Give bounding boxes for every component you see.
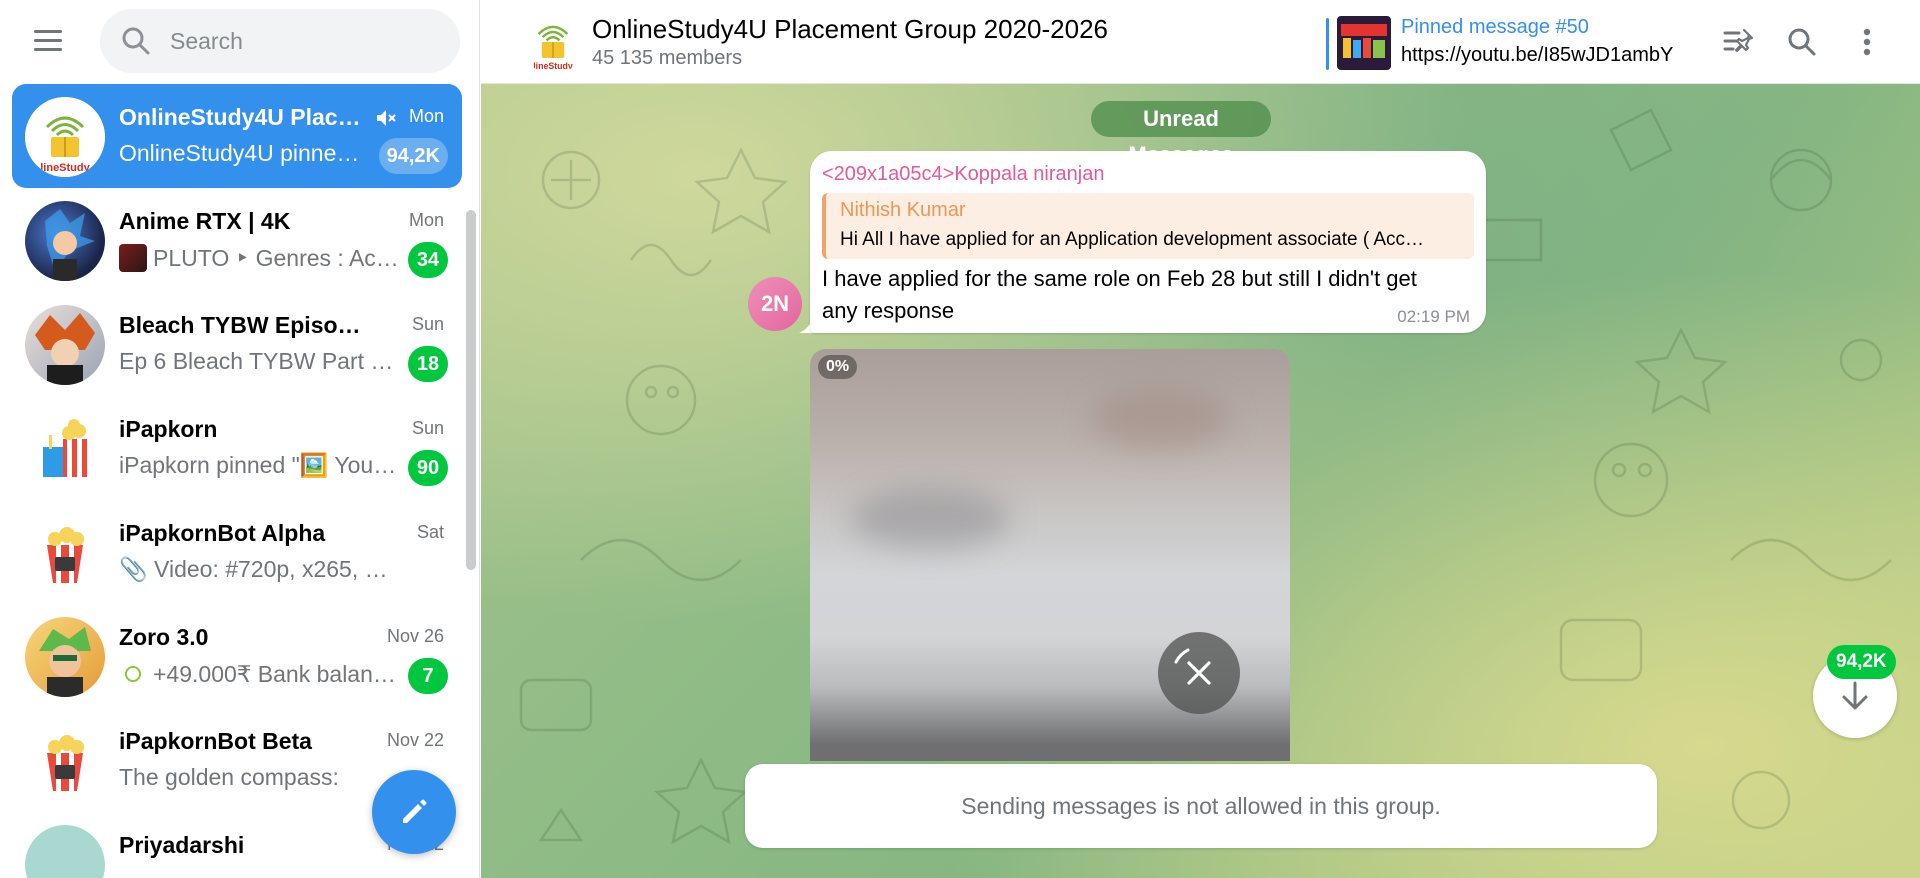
unread-count-badge: 94,2K <box>1827 645 1896 679</box>
unread-badge: 7 <box>408 658 448 694</box>
muted-icon <box>377 110 396 126</box>
pinned-list-icon <box>1723 28 1754 53</box>
svg-text:lineStudy: lineStudy <box>40 162 90 174</box>
chat-title: iPapkornBot Beta <box>119 728 312 754</box>
chat-preview-text: PLUTO ‣ Genres : Act… <box>153 245 399 271</box>
chat-item-onlinestudy4u[interactable]: lineStudy OnlineStudy4U Place… Mon Onlin… <box>12 84 462 188</box>
compose-icon <box>403 799 427 823</box>
chat-panel: lineStudy OnlineStudy4U Placement Group … <box>481 0 1920 878</box>
cancel-download-button[interactable] <box>1158 632 1240 714</box>
media-blur-shape <box>1090 389 1230 449</box>
search-chat-button[interactable] <box>1782 22 1822 62</box>
pinned-indicator <box>1326 18 1329 70</box>
chat-preview: Ep 6 Bleach TYBW Part … <box>119 348 394 374</box>
chat-header[interactable]: lineStudy OnlineStudy4U Placement Group … <box>481 0 1920 84</box>
arrow-down-icon <box>1842 681 1868 710</box>
chat-title: Bleach TYBW Episode 10 <box>119 312 369 338</box>
unread-separator: Unread Messages <box>1091 101 1271 167</box>
chat-preview: iPapkorn pinned "🖼️ You… <box>119 452 397 478</box>
svg-text:lineStudy: lineStudy <box>533 61 573 71</box>
chat-preview-text: +49.000₹ Bank balan… <box>153 661 396 687</box>
search-box[interactable] <box>100 9 460 73</box>
sidebar-header <box>0 0 479 84</box>
chat-time: Nov 22 <box>386 730 444 750</box>
search-input[interactable] <box>170 9 440 73</box>
progress-ring <box>1174 648 1190 664</box>
chat-item-ipapkornbot-alpha[interactable]: iPapkornBot Alpha Sat 📎 Video: #720p, x2… <box>12 500 462 604</box>
chat-time: Mon <box>408 106 444 126</box>
chat-preview: +49.000₹ Bank balan… <box>119 660 399 688</box>
chat-title: OnlineStudy4U Place… <box>119 104 369 130</box>
message-time: 02:19 PM <box>1397 307 1470 326</box>
chat-time: Mon <box>408 210 444 230</box>
chat-item-bleach[interactable]: Bleach TYBW Episode 10 Sun Ep 6 Bleach T… <box>12 292 462 396</box>
chat-list: lineStudy OnlineStudy4U Place… Mon Onlin… <box>0 84 470 878</box>
avatar: lineStudy <box>25 97 105 177</box>
avatar <box>25 721 105 801</box>
unread-badge: 90 <box>408 450 448 486</box>
chat-item-anime-rtx[interactable]: Anime RTX | 4K Mon PLUTO ‣ Genres : Act…… <box>12 188 462 292</box>
chat-title: iPapkornBot Alpha <box>119 520 326 546</box>
chat-preview: 📎 Video: #720p, x265, 10bit … <box>119 556 399 582</box>
message-sender[interactable]: <209x1a05c4>Koppala niranjan <box>822 163 1104 186</box>
chat-title: Anime RTX | 4K <box>119 208 291 234</box>
sidebar: lineStudy OnlineStudy4U Place… Mon Onlin… <box>0 0 480 878</box>
chat-time: Sun <box>411 418 444 438</box>
chat-title: Priyadarshi <box>119 832 245 858</box>
member-count: 45 135 members <box>592 47 743 69</box>
preview-thumbnail <box>119 660 147 688</box>
group-title: OnlineStudy4U Placement Group 2020-2026 <box>592 14 1108 44</box>
media-blur-shape <box>850 489 1010 549</box>
search-icon <box>122 27 150 55</box>
download-progress: 0% <box>818 355 858 379</box>
pinned-title: Pinned message #50 <box>1401 16 1589 38</box>
message-text: I have applied for the same role on Feb … <box>822 266 1417 323</box>
avatar <box>25 201 105 281</box>
chat-title: Zoro 3.0 <box>119 624 209 650</box>
menu-icon-bar <box>34 47 62 51</box>
menu-button[interactable] <box>22 18 74 62</box>
chat-time: Sat <box>416 522 444 542</box>
menu-icon-bar <box>34 29 62 33</box>
avatar <box>25 513 105 593</box>
preview-thumbnail <box>119 244 147 272</box>
avatar <box>25 617 105 697</box>
menu-icon-bar <box>34 38 62 42</box>
avatar <box>25 305 105 385</box>
unread-badge: 94,2K <box>378 138 448 174</box>
pinned-message[interactable]: Pinned message #50 https://youtu.be/I85w… <box>1326 14 1726 72</box>
reply-quote[interactable]: Nithish Kumar Hi All I have applied for … <box>822 193 1474 259</box>
chat-title: iPapkorn <box>119 416 218 442</box>
chat-item-zoro[interactable]: Zoro 3.0 Nov 26 +49.000₹ Bank balan… 7 <box>12 604 462 708</box>
message-bubble[interactable]: <209x1a05c4>Koppala niranjan Nithish Kum… <box>810 151 1486 333</box>
sender-avatar[interactable]: 2N <box>748 277 802 331</box>
group-avatar[interactable]: lineStudy <box>521 10 585 74</box>
avatar <box>25 825 105 878</box>
chat-list-scrollbar[interactable] <box>466 210 476 570</box>
compose-button[interactable] <box>372 770 456 854</box>
reply-text: Hi All I have applied for an Application… <box>840 229 1425 250</box>
unread-badge: 34 <box>408 242 448 278</box>
chat-time: Nov 26 <box>386 626 444 646</box>
chat-preview: PLUTO ‣ Genres : Act… <box>119 244 399 272</box>
more-button[interactable] <box>1847 22 1887 62</box>
pinned-list-button[interactable] <box>1719 22 1759 62</box>
composer-disabled-notice: Sending messages is not allowed in this … <box>745 764 1657 848</box>
pinned-thumbnail <box>1337 16 1391 70</box>
chat-preview: OnlineStudy4U pinne… <box>119 140 360 166</box>
search-icon <box>1788 28 1816 56</box>
chat-preview: The golden compass: <box>119 764 339 790</box>
avatar <box>25 409 105 489</box>
pinned-text: https://youtu.be/I85wJD1ambY <box>1401 44 1674 66</box>
more-icon <box>1863 28 1871 56</box>
chat-time: Sun <box>411 314 444 334</box>
chat-item-ipapkorn[interactable]: iPapkorn Sun iPapkorn pinned "🖼️ You… 90 <box>12 396 462 500</box>
reply-author: Nithish Kumar <box>840 199 966 221</box>
unread-badge: 18 <box>408 346 448 382</box>
